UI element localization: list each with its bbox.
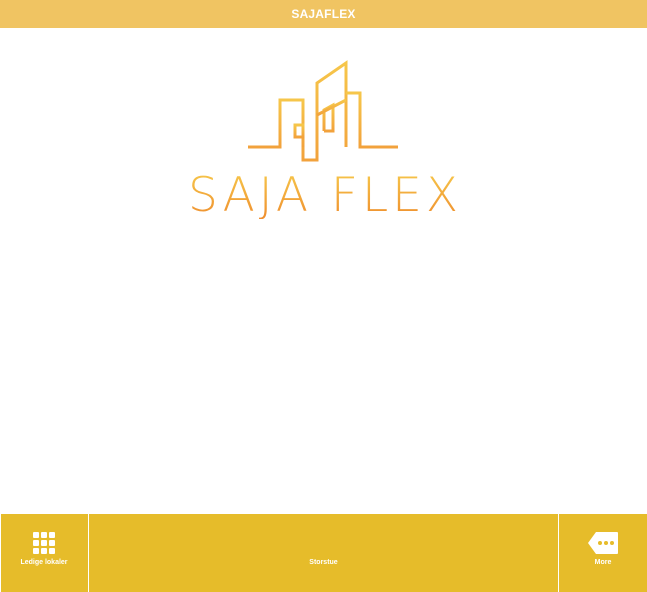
- bottom-tab-bar: Ledige lokaler Storstue More: [0, 514, 647, 592]
- more-dots-icon: [588, 532, 618, 554]
- city-buildings-logo-icon: [248, 60, 398, 162]
- logo-wordmark: SAJA FLEX: [180, 172, 470, 219]
- tab-label-ledige-lokaler: Ledige lokaler: [20, 559, 68, 566]
- tab-label-storstue: Storstue: [309, 559, 338, 566]
- tab-label-more: More: [594, 559, 612, 566]
- app-screen: SAJAFLEX SAJA FLEX Ledige lokaler Storst…: [0, 0, 647, 592]
- grid-icon: [33, 532, 55, 554]
- tab-more[interactable]: More: [559, 514, 647, 592]
- tab-divider: [0, 514, 1, 592]
- page-title: SAJAFLEX: [291, 7, 356, 21]
- tab-storstue[interactable]: Storstue: [89, 514, 558, 592]
- header-bar: SAJAFLEX: [0, 0, 647, 28]
- tab-ledige-lokaler[interactable]: Ledige lokaler: [0, 514, 88, 592]
- saja-flex-logo: SAJA FLEX: [180, 55, 470, 240]
